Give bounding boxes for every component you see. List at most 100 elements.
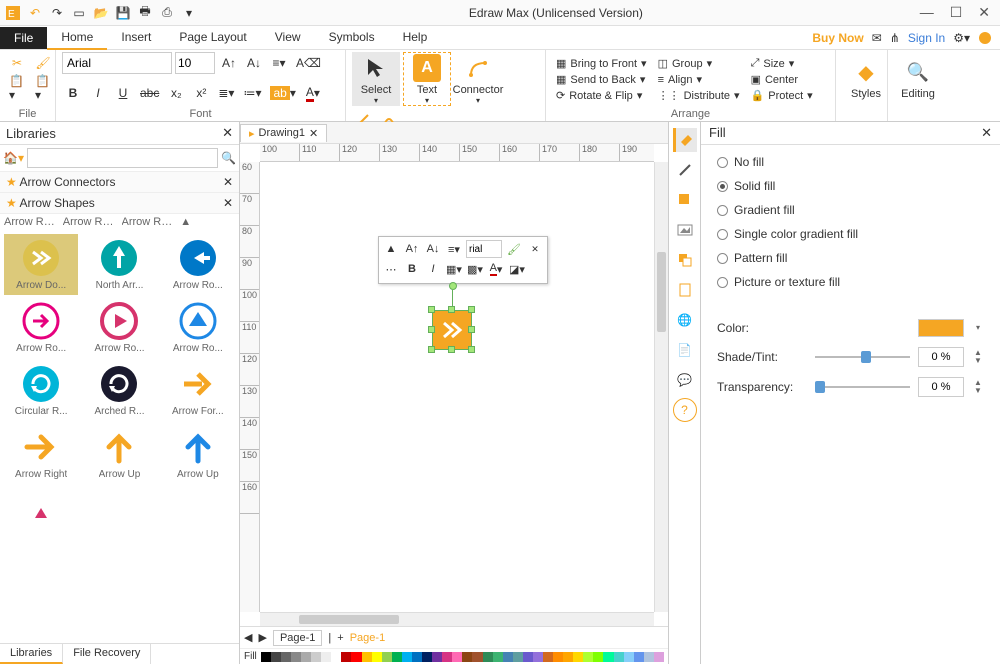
doc-tab-icon[interactable]: 📄 (673, 338, 697, 362)
shape-circle-triangle[interactable]: Arrow Ro... (161, 297, 235, 358)
swatch[interactable] (321, 652, 331, 662)
export-icon[interactable]: ⎙ (158, 4, 176, 22)
fill-opt-pattern[interactable]: Pattern fill (717, 251, 984, 265)
swatch[interactable] (472, 652, 482, 662)
swatch[interactable] (291, 652, 301, 662)
fill-opt-solid[interactable]: Solid fill (717, 179, 984, 193)
bring-front-button[interactable]: ▦ Bring to Front ▾ (552, 56, 651, 71)
tab-home[interactable]: Home (47, 26, 107, 50)
size-button[interactable]: ⤢ Size ▾ (747, 56, 817, 71)
transparency-input[interactable] (918, 377, 964, 397)
libraries-close-icon[interactable]: ✕ (222, 125, 233, 141)
handle-se[interactable] (468, 346, 475, 353)
swatch[interactable] (271, 652, 281, 662)
transparency-slider[interactable] (815, 386, 910, 388)
line-tab-icon[interactable] (673, 158, 697, 182)
swatch[interactable] (614, 652, 624, 662)
decrease-font-icon[interactable]: A↓ (243, 52, 265, 74)
handle-e[interactable] (468, 326, 475, 333)
center-button[interactable]: ▣ Center (747, 72, 817, 87)
app-icon[interactable]: E (4, 4, 22, 22)
qat-more-icon[interactable]: ▾ (180, 4, 198, 22)
subscript-button[interactable]: x₂ (165, 82, 187, 104)
shadow-tab-icon[interactable] (673, 188, 697, 212)
shape-arched-refresh[interactable]: Arched R... (82, 360, 156, 421)
swatch[interactable] (341, 652, 351, 662)
underline-button[interactable]: U (112, 82, 134, 104)
handle-sw[interactable] (428, 346, 435, 353)
mini-fill-icon[interactable]: ▦▾ (445, 260, 463, 278)
mini-dec-font-icon[interactable]: A↓ (424, 240, 442, 258)
format-painter-icon[interactable]: 🖌 (32, 52, 54, 74)
mini-brush-icon[interactable]: 🖌 (505, 240, 523, 258)
new-icon[interactable]: ▭ (70, 4, 88, 22)
clear-format-icon[interactable]: A⌫ (293, 52, 324, 74)
bullet-list-icon[interactable]: ≔▾ (240, 82, 264, 104)
handle-ne[interactable] (468, 306, 475, 313)
document-tab[interactable]: ▸Drawing1✕ (240, 124, 327, 142)
shade-slider[interactable] (815, 356, 910, 358)
category-arrow-shapes[interactable]: ★ Arrow Shapes✕ (0, 193, 239, 214)
swatch[interactable] (654, 652, 664, 662)
canvas-page[interactable]: ▲ A↑ A↓ ≡▾ 🖌 ✕ ⋯ B I ▦▾ ▩▾ A▾ (260, 162, 654, 612)
handle-n[interactable] (448, 306, 455, 313)
shape-arrow-up-orange[interactable]: Arrow Up (82, 423, 156, 484)
shade-input[interactable] (918, 347, 964, 367)
shape-arrow-left-circle[interactable]: Arrow Ro... (161, 234, 235, 295)
font-size-select[interactable] (175, 52, 215, 74)
font-color-icon[interactable]: A▾ (302, 82, 324, 104)
h-scroll-thumb[interactable] (299, 615, 399, 624)
swatch[interactable] (301, 652, 311, 662)
protect-button[interactable]: 🔒 Protect ▾ (747, 88, 817, 103)
horizontal-scrollbar[interactable] (260, 612, 654, 626)
font-family-select[interactable] (62, 52, 172, 74)
scroll-up-icon[interactable]: ▲ (180, 216, 235, 228)
mini-inc-font-icon[interactable]: A↑ (403, 240, 421, 258)
swatch[interactable] (372, 652, 382, 662)
maximize-button[interactable]: ☐ (950, 4, 963, 21)
send-back-button[interactable]: ▦ Send to Back ▾ (552, 72, 651, 87)
gear-icon[interactable]: ⚙▾ (953, 31, 970, 45)
color-picker-button[interactable] (918, 319, 964, 337)
selected-shape[interactable] (432, 310, 472, 350)
shape-arrow-right-outline[interactable]: Arrow Ro... (4, 297, 78, 358)
editing-button[interactable]: 🔍 Editing (894, 52, 942, 106)
line-spacing-icon[interactable]: ≣▾ (215, 82, 237, 104)
shade-slider-thumb[interactable] (861, 351, 871, 363)
shape-arrow-forward[interactable]: Arrow For... (161, 360, 235, 421)
transparency-slider-thumb[interactable] (815, 381, 825, 393)
mini-dotted-icon[interactable]: ⋯ (382, 260, 400, 278)
close-tab-icon[interactable]: ✕ (309, 127, 318, 140)
v-scroll-thumb[interactable] (657, 252, 666, 332)
swatch[interactable] (331, 652, 341, 662)
globe-tab-icon[interactable]: 🌐 (673, 308, 697, 332)
logo-icon[interactable] (978, 31, 992, 45)
page-tab[interactable]: Page-1 (273, 630, 322, 646)
swatch[interactable] (563, 652, 573, 662)
handle-w[interactable] (428, 326, 435, 333)
swatch[interactable] (261, 652, 271, 662)
swatch[interactable] (422, 652, 432, 662)
swatch[interactable] (442, 652, 452, 662)
text-tool[interactable]: A Text ▾ (403, 52, 451, 106)
category-arrow-connectors[interactable]: ★ Arrow Connectors✕ (0, 172, 239, 193)
shape-arrow-right[interactable]: Arrow Right (4, 423, 78, 484)
paste-icon[interactable]: ✂ (6, 52, 28, 74)
align-para-icon[interactable]: ≡▾ (268, 52, 290, 74)
print-icon[interactable]: 🖶 (136, 4, 154, 22)
handle-nw[interactable] (428, 306, 435, 313)
mini-shadow-icon[interactable]: ◪▾ (508, 260, 526, 278)
sign-in-link[interactable]: Sign In (908, 31, 945, 45)
copy-icon[interactable]: 📋▾ (6, 77, 28, 99)
fill-opt-no-fill[interactable]: No fill (717, 155, 984, 169)
swatch[interactable] (392, 652, 402, 662)
tab-insert[interactable]: Insert (107, 26, 165, 50)
file-menu[interactable]: File (0, 27, 47, 49)
picture-tab-icon[interactable] (673, 218, 697, 242)
buy-now-link[interactable]: Buy Now (812, 31, 863, 45)
swatch[interactable] (281, 652, 291, 662)
fill-opt-gradient[interactable]: Gradient fill (717, 203, 984, 217)
swatch[interactable] (493, 652, 503, 662)
tab-view[interactable]: View (261, 26, 315, 50)
undo-icon[interactable]: ↶ (26, 4, 44, 22)
